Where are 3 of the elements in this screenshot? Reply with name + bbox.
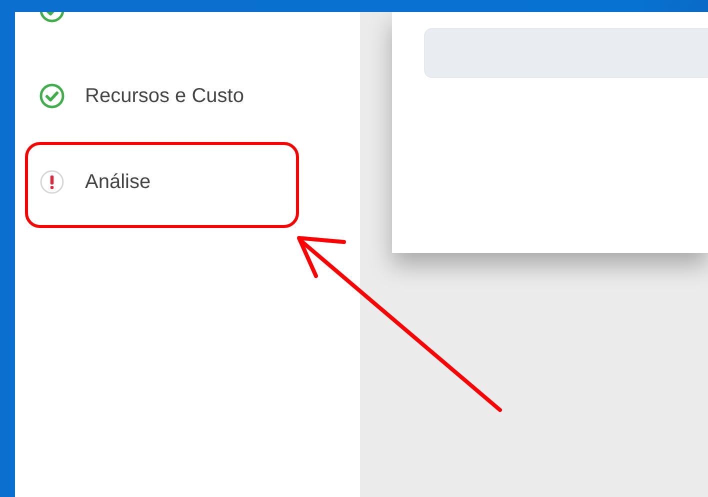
step-label[interactable]: Análise xyxy=(85,170,151,194)
input-field[interactable] xyxy=(424,28,708,78)
step-label[interactable]: Recursos e Custo xyxy=(85,84,244,108)
